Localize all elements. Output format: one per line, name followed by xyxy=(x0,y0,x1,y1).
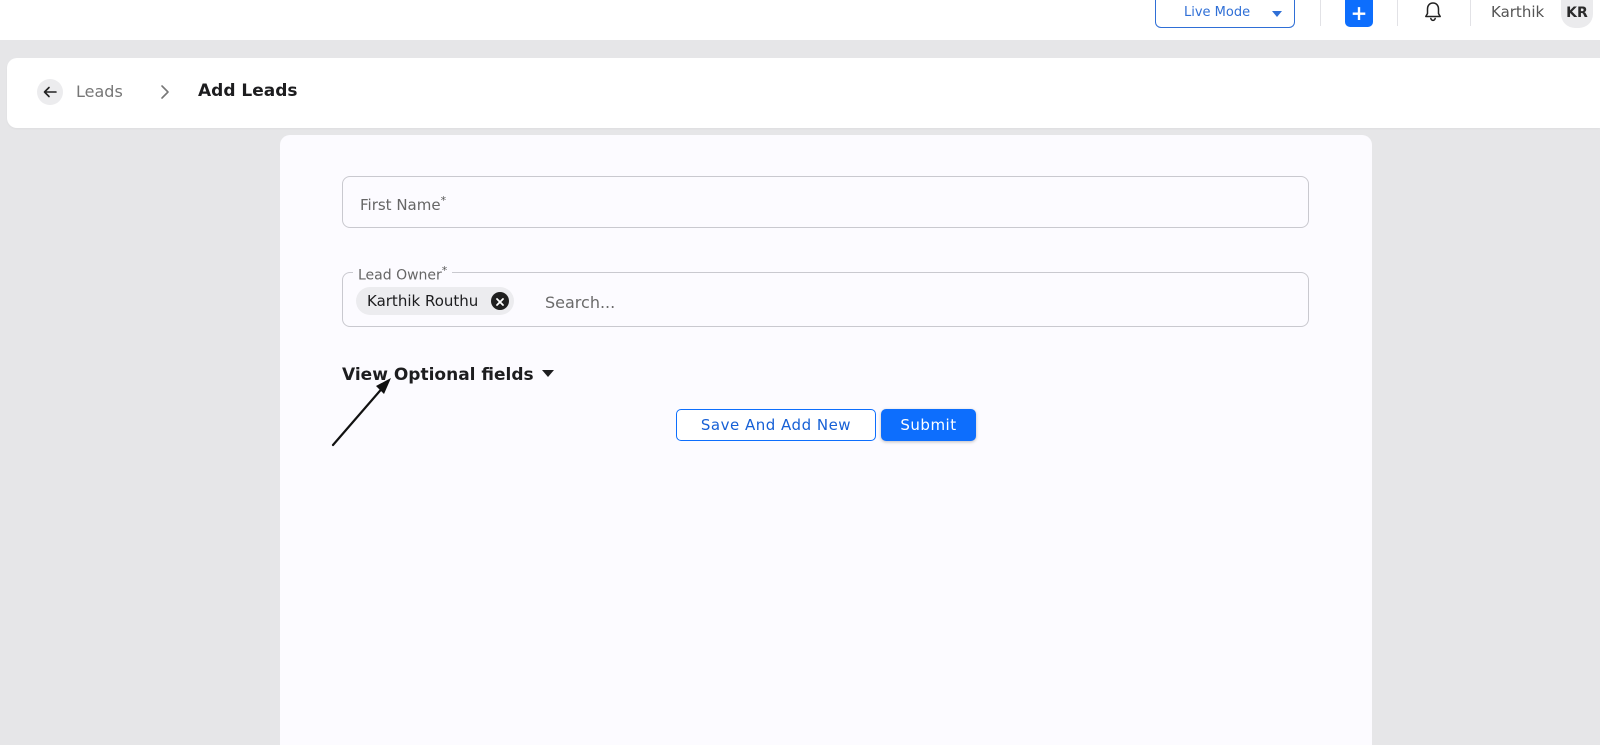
chevron-down-icon xyxy=(1272,11,1282,17)
first-name-field[interactable]: First Name* xyxy=(342,176,1309,228)
page-title: Add Leads xyxy=(198,81,298,101)
close-icon xyxy=(496,298,505,306)
mode-select-label: Live Mode xyxy=(1184,5,1251,20)
add-lead-form: First Name* Lead Owner* Karthik Routhu V… xyxy=(280,135,1372,745)
breadcrumb-leads-link[interactable]: Leads xyxy=(76,82,123,101)
lead-owner-search-input[interactable] xyxy=(543,287,1287,317)
top-bar: Live Mode + Karthik KR xyxy=(0,0,1600,40)
divider xyxy=(1320,0,1321,26)
divider xyxy=(1470,0,1471,26)
chip-remove-button[interactable] xyxy=(491,292,510,310)
add-button[interactable]: + xyxy=(1345,0,1373,27)
submit-button[interactable]: Submit xyxy=(881,409,976,441)
lead-owner-label: Lead Owner* xyxy=(353,264,453,284)
lead-owner-chip[interactable]: Karthik Routhu xyxy=(356,287,515,315)
breadcrumb: Leads Add Leads xyxy=(7,58,1600,128)
arrow-left-icon xyxy=(43,86,57,98)
lead-owner-field[interactable]: Lead Owner* Karthik Routhu xyxy=(342,264,1309,327)
avatar[interactable]: KR xyxy=(1561,0,1593,28)
save-and-add-new-button[interactable]: Save And Add New xyxy=(676,409,876,441)
user-name[interactable]: Karthik xyxy=(1491,3,1544,21)
back-button[interactable] xyxy=(37,79,63,105)
annotation-arrow-icon xyxy=(331,378,391,447)
bell-icon[interactable] xyxy=(1421,0,1445,24)
divider xyxy=(1397,0,1398,26)
first-name-label: First Name* xyxy=(360,194,447,214)
caret-down-icon xyxy=(541,370,554,377)
mode-select[interactable]: Live Mode xyxy=(1155,0,1295,28)
chevron-right-icon xyxy=(161,85,169,99)
lead-owner-chip-label: Karthik Routhu xyxy=(367,292,479,310)
